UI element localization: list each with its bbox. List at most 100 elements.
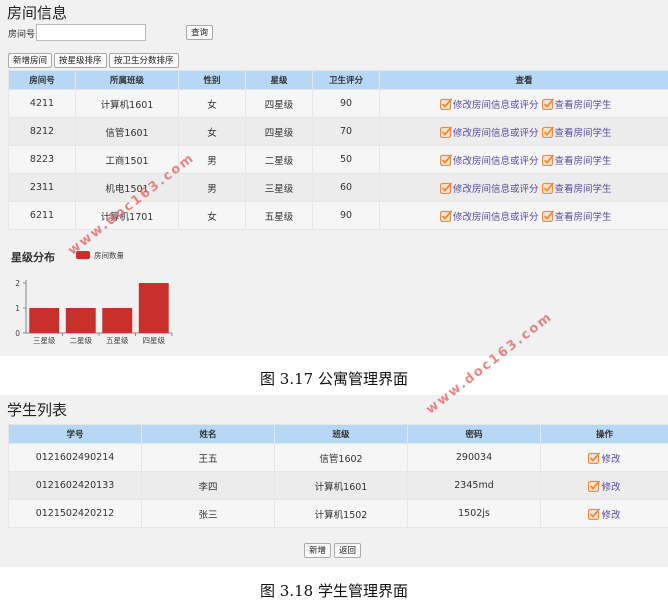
view-actions-cell: 修改房间信息或评分 查看房间学生 bbox=[379, 173, 668, 202]
view-room-students-link[interactable]: 查看房间学生 bbox=[542, 212, 612, 223]
checkbox-icon bbox=[440, 98, 452, 110]
student-table: 学号 姓名 班级 密码 操作 0121602490214 王五 信管1602 2900… bbox=[8, 424, 668, 528]
student-id-cell: 0121602420133 bbox=[8, 471, 142, 500]
add-room-button[interactable]: 新增房间 bbox=[8, 53, 53, 68]
edit-room-link[interactable]: 修改房间信息或评分 bbox=[440, 212, 539, 223]
col-header-gender: 性别 bbox=[178, 70, 246, 90]
page-title: 房间信息 bbox=[7, 4, 68, 22]
x-tick-label: 五星级 bbox=[106, 335, 129, 345]
student-id-cell: 0121502420212 bbox=[8, 499, 142, 528]
edit-room-link[interactable]: 修改房间信息或评分 bbox=[440, 100, 539, 111]
star-cell: 四星级 bbox=[245, 117, 313, 146]
student-row: 0121602490214 王五 信管1602 290034 修改 bbox=[8, 443, 668, 472]
col-header-name: 姓名 bbox=[141, 424, 275, 444]
checkbox-icon bbox=[542, 182, 554, 194]
room-row: 8223 工商1501 男二星级 50 修改房间信息或评分 查看房间学生 bbox=[8, 145, 668, 174]
name-cell: 李四 bbox=[141, 471, 275, 500]
gender-cell: 女 bbox=[178, 201, 246, 230]
edit-room-link[interactable]: 修改房间信息或评分 bbox=[440, 184, 539, 195]
view-room-students-link[interactable]: 查看房间学生 bbox=[542, 128, 612, 139]
bar bbox=[102, 308, 133, 333]
checkbox-icon bbox=[588, 508, 600, 520]
view-actions-cell: 修改房间信息或评分 查看房间学生 bbox=[379, 145, 668, 174]
y-tick-label: 0 bbox=[15, 329, 20, 338]
col-header-student-id: 学号 bbox=[8, 424, 142, 444]
checkbox-icon bbox=[542, 126, 554, 138]
room-number-cell: 8212 bbox=[8, 117, 76, 146]
password-cell: 2345md bbox=[407, 471, 541, 500]
class-cell: 计算机1601 bbox=[75, 89, 179, 118]
checkbox-icon bbox=[440, 210, 452, 222]
bar bbox=[138, 283, 169, 333]
student-table-header: 学号 姓名 班级 密码 操作 bbox=[8, 424, 668, 444]
checkbox-icon bbox=[542, 210, 554, 222]
view-room-students-label: 查看房间学生 bbox=[554, 99, 612, 111]
view-actions-cell: 修改房间信息或评分 查看房间学生 bbox=[379, 89, 668, 118]
y-tick-label: 2 bbox=[15, 279, 20, 288]
student-class-cell: 信管1602 bbox=[274, 443, 408, 472]
hygiene-cell: 90 bbox=[312, 201, 380, 230]
edit-room-label: 修改房间信息或评分 bbox=[453, 127, 539, 139]
room-row: 8212 信管1601 女四星级 70 修改房间信息或评分 查看房间学生 bbox=[8, 117, 668, 146]
query-button[interactable]: 查询 bbox=[186, 25, 214, 40]
star-cell: 三星级 bbox=[245, 173, 313, 202]
hygiene-cell: 70 bbox=[312, 117, 380, 146]
col-header-view: 查看 bbox=[379, 70, 668, 90]
hygiene-cell: 50 bbox=[312, 145, 380, 174]
x-tick-label: 三星级 bbox=[33, 335, 56, 345]
operation-cell: 修改 bbox=[540, 471, 668, 500]
hygiene-cell: 90 bbox=[312, 89, 380, 118]
student-panel: 学生列表 学号 姓名 班级 密码 操作 0121602490214 王五 信管160… bbox=[0, 395, 668, 567]
add-student-button[interactable]: 新增 bbox=[304, 543, 332, 558]
room-number-input[interactable] bbox=[36, 24, 146, 41]
star-cell: 四星级 bbox=[245, 89, 313, 118]
view-room-students-link[interactable]: 查看房间学生 bbox=[542, 184, 612, 195]
room-row: 4211 计算机1601 女四星级 90 修改房间信息或评分 查看房间学生 bbox=[8, 89, 668, 118]
x-tick-label: 二星级 bbox=[70, 335, 93, 345]
bar bbox=[65, 308, 96, 333]
checkbox-icon bbox=[588, 452, 600, 464]
edit-student-link[interactable]: 修改 bbox=[588, 482, 621, 493]
sort-by-star-button[interactable]: 按星级排序 bbox=[54, 53, 107, 68]
edit-student-label: 修改 bbox=[601, 509, 621, 521]
edit-room-link[interactable]: 修改房间信息或评分 bbox=[440, 128, 539, 139]
edit-student-link[interactable]: 修改 bbox=[588, 508, 621, 521]
star-distribution-chart: 房间数量 0 1 2 三星级 二星级 五星级 四星级 bbox=[15, 250, 173, 345]
apartment-panel: 房间信息 房间号: 查询 新增房间 按星级排序 按卫生分数排序 房间号 所属班级… bbox=[0, 0, 668, 356]
room-number-label: 房间号: bbox=[8, 30, 39, 40]
student-row: 0121502420212 张三 计算机1502 1502js 修改 bbox=[8, 499, 668, 528]
col-header-student-class: 班级 bbox=[274, 424, 408, 444]
edit-room-label: 修改房间信息或评分 bbox=[453, 155, 539, 167]
student-class-cell: 计算机1502 bbox=[274, 499, 408, 528]
view-room-students-label: 查看房间学生 bbox=[554, 155, 612, 167]
view-room-students-link[interactable]: 查看房间学生 bbox=[542, 156, 612, 167]
sort-by-hygiene-button[interactable]: 按卫生分数排序 bbox=[109, 53, 179, 68]
edit-room-label: 修改房间信息或评分 bbox=[453, 211, 539, 223]
checkbox-icon bbox=[440, 126, 452, 138]
view-actions-cell: 修改房间信息或评分 查看房间学生 bbox=[379, 117, 668, 146]
y-tick-label: 1 bbox=[15, 304, 20, 313]
room-table: 房间号 所属班级 性别 星级 卫生评分 查看 4211 计算机1601 女四星级 90… bbox=[8, 70, 668, 230]
student-list-title: 学生列表 bbox=[7, 401, 68, 419]
gender-cell: 男 bbox=[178, 173, 246, 202]
checkbox-icon bbox=[440, 154, 452, 166]
edit-room-link[interactable]: 修改房间信息或评分 bbox=[440, 156, 539, 167]
room-number-cell: 2311 bbox=[8, 173, 76, 202]
view-room-students-label: 查看房间学生 bbox=[554, 127, 612, 139]
edit-student-link[interactable]: 修改 bbox=[588, 452, 621, 465]
edit-student-label: 修改 bbox=[601, 453, 621, 465]
room-table-header: 房间号 所属班级 性别 星级 卫生评分 查看 bbox=[8, 70, 668, 90]
name-cell: 张三 bbox=[141, 499, 275, 528]
col-header-operation: 操作 bbox=[540, 424, 668, 444]
col-header-star: 星级 bbox=[245, 70, 313, 90]
password-cell: 1502js bbox=[407, 499, 541, 528]
figure-caption-3-17: 图 3.17 公寓管理界面 bbox=[260, 370, 408, 388]
star-cell: 二星级 bbox=[245, 145, 313, 174]
view-room-students-label: 查看房间学生 bbox=[554, 211, 612, 223]
view-room-students-link[interactable]: 查看房间学生 bbox=[542, 100, 612, 111]
student-class-cell: 计算机1601 bbox=[274, 471, 408, 500]
col-header-room-number: 房间号 bbox=[8, 70, 76, 90]
back-button[interactable]: 返回 bbox=[334, 543, 362, 558]
col-header-hygiene: 卫生评分 bbox=[312, 70, 380, 90]
legend-label: 房间数量 bbox=[94, 250, 124, 260]
